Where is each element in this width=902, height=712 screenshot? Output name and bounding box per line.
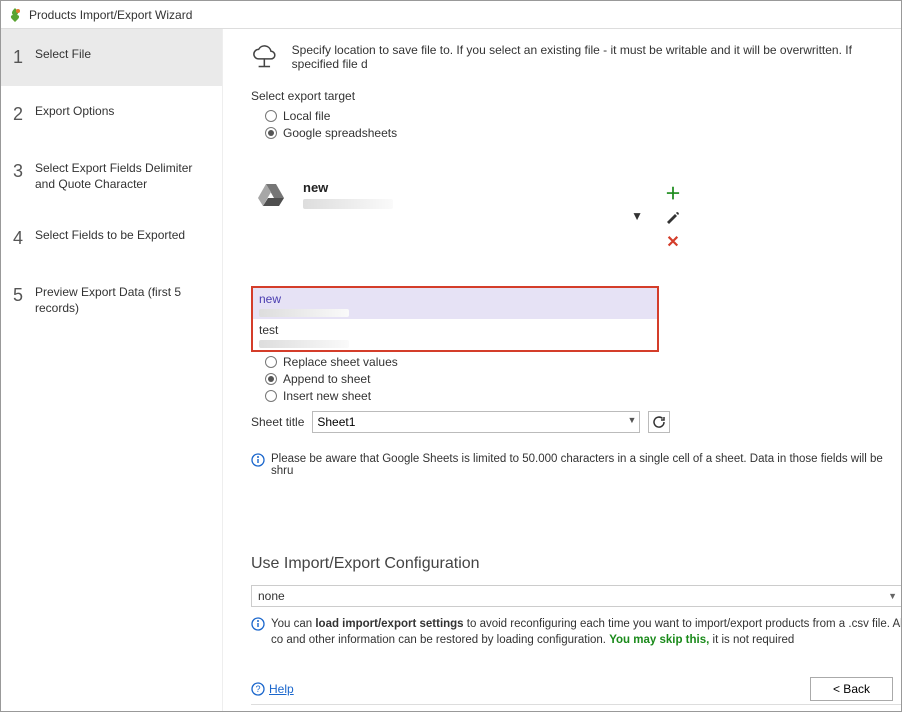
drive-dropdown-caret-icon[interactable]: ▼ <box>631 209 643 223</box>
drive-selected-sub <box>303 199 393 209</box>
drive-item-sub <box>259 309 349 317</box>
config-header: Use Import/Export Configuration <box>251 555 901 573</box>
step-label: Select File <box>35 47 91 63</box>
radio-replace-sheet[interactable]: Replace sheet values <box>265 355 901 369</box>
step-export-options[interactable]: 2 Export Options <box>1 86 222 143</box>
step-label: Select Fields to be Exported <box>35 228 185 244</box>
radio-icon <box>265 390 277 402</box>
config-info-text: You can load import/export settings to a… <box>271 617 901 648</box>
step-delimiter[interactable]: 3 Select Export Fields Delimiter and Quo… <box>1 143 222 210</box>
intro-row: Specify location to save file to. If you… <box>251 43 901 71</box>
radio-append-sheet[interactable]: Append to sheet <box>265 372 901 386</box>
radio-icon <box>265 110 277 122</box>
titlebar: Products Import/Export Wizard <box>1 1 901 29</box>
export-target-label: Select export target <box>251 89 901 103</box>
refresh-button[interactable] <box>648 411 670 433</box>
sheets-limit-warning: Please be aware that Google Sheets is li… <box>271 453 901 477</box>
refresh-icon <box>652 415 666 429</box>
drive-selected-title: new <box>303 180 619 195</box>
radio-label: Local file <box>283 109 330 123</box>
drive-account-dropdown: new test <box>251 286 659 352</box>
settings-icon[interactable] <box>665 210 681 226</box>
back-button[interactable]: < Back <box>810 677 893 701</box>
svg-text:?: ? <box>255 684 260 694</box>
drive-selected-account[interactable]: new <box>303 180 619 209</box>
drive-item-sub <box>259 340 349 348</box>
drive-item-title: test <box>259 323 651 337</box>
step-label: Preview Export Data (first 5 records) <box>35 285 210 316</box>
step-label: Export Options <box>35 104 114 120</box>
wizard-sidebar: 1 Select File 2 Export Options 3 Select … <box>1 29 223 711</box>
google-drive-icon <box>257 182 285 206</box>
intro-text: Specify location to save file to. If you… <box>292 43 901 71</box>
radio-local-file[interactable]: Local file <box>265 109 901 123</box>
radio-insert-sheet[interactable]: Insert new sheet <box>265 389 901 403</box>
radio-icon <box>265 356 277 368</box>
config-select[interactable]: none ▼ <box>251 585 901 607</box>
drive-item-title: new <box>259 292 651 306</box>
separator <box>251 704 901 705</box>
radio-label: Insert new sheet <box>283 389 371 403</box>
window-title: Products Import/Export Wizard <box>29 8 192 22</box>
remove-account-icon[interactable]: ✕ <box>666 232 679 252</box>
cloud-export-icon <box>251 45 278 69</box>
info-icon <box>251 617 265 631</box>
sheet-title-label: Sheet title <box>251 415 304 429</box>
info-icon <box>251 453 265 467</box>
app-icon <box>7 7 23 23</box>
config-value: none <box>258 589 285 603</box>
sheet-title-input[interactable] <box>312 411 640 433</box>
add-account-icon[interactable]: ＋ <box>665 180 681 204</box>
step-number: 5 <box>13 285 35 306</box>
step-number: 4 <box>13 228 35 249</box>
radio-label: Google spreadsheets <box>283 126 397 140</box>
help-link[interactable]: ? Help <box>251 682 294 696</box>
radio-label: Append to sheet <box>283 372 370 386</box>
step-number: 3 <box>13 161 35 182</box>
wizard-main: Specify location to save file to. If you… <box>223 29 901 711</box>
step-select-file[interactable]: 1 Select File <box>1 29 222 86</box>
step-label: Select Export Fields Delimiter and Quote… <box>35 161 210 192</box>
step-select-fields[interactable]: 4 Select Fields to be Exported <box>1 210 222 267</box>
chevron-down-icon: ▼ <box>888 591 897 601</box>
chevron-down-icon[interactable]: ▼ <box>627 415 636 425</box>
step-number: 1 <box>13 47 35 68</box>
step-number: 2 <box>13 104 35 125</box>
step-preview[interactable]: 5 Preview Export Data (first 5 records) <box>1 267 222 334</box>
radio-google-spreadsheets[interactable]: Google spreadsheets <box>265 126 901 140</box>
radio-label: Replace sheet values <box>283 355 398 369</box>
radio-icon <box>265 373 277 385</box>
drive-account-item[interactable]: test <box>253 319 657 350</box>
help-icon: ? <box>251 682 265 696</box>
drive-account-item[interactable]: new <box>253 288 657 319</box>
radio-icon <box>265 127 277 139</box>
